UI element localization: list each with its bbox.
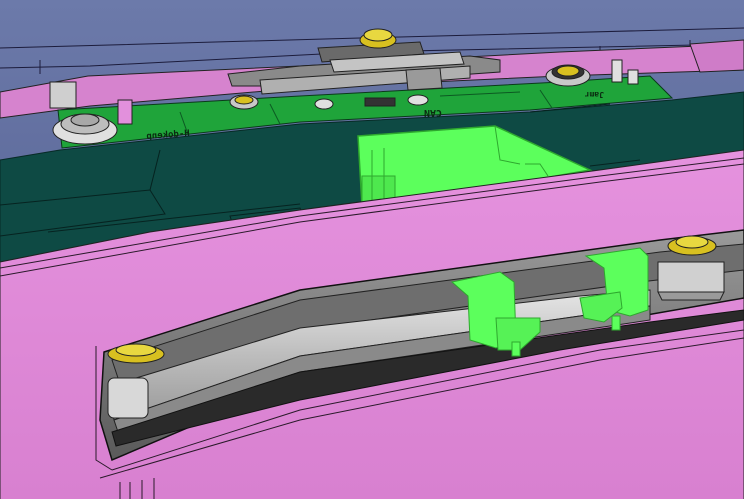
back-enclosure-top-right xyxy=(689,39,744,73)
rail-end-block xyxy=(107,377,149,419)
silkscreen-right-label: Jamr xyxy=(585,90,604,99)
cad-scene[interactable]: H-dokenp CAN Jamr xyxy=(0,0,744,499)
top-bolt-1 xyxy=(359,28,397,49)
cad-3d-viewport[interactable]: H-dokenp CAN Jamr xyxy=(0,0,744,499)
top-bolt-3 xyxy=(229,94,259,110)
cavity-right-component xyxy=(657,235,725,301)
